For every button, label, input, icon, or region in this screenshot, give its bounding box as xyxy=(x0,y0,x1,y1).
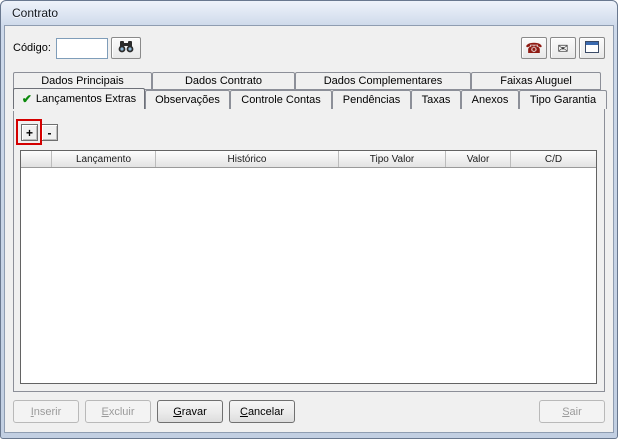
contrato-window: Contrato Código: ☎ ✉ Dados Principais Da… xyxy=(0,0,618,439)
tab-label: Dados Complementares xyxy=(323,75,443,87)
tab-label: Controle Contas xyxy=(241,94,321,106)
tab-label: Taxas xyxy=(421,94,451,106)
mail-button[interactable]: ✉ xyxy=(550,37,576,59)
tab-label: Lançamentos Extras xyxy=(35,93,137,105)
tab-tipo-garantia[interactable]: Tipo Garantia xyxy=(519,90,607,109)
phone-button[interactable]: ☎ xyxy=(521,37,547,59)
mail-icon: ✉ xyxy=(557,40,569,56)
tab-label: Dados Principais xyxy=(41,75,124,87)
binoculars-icon xyxy=(117,40,135,56)
tab-dados-complementares[interactable]: Dados Complementares xyxy=(295,72,471,90)
tab-taxas[interactable]: Taxas xyxy=(411,90,461,109)
gravar-button[interactable]: Gravar xyxy=(157,400,223,423)
tab-label: Tipo Garantia xyxy=(529,94,597,106)
lancamentos-extras-panel: + - Lançamento Histórico Tipo Valor Valo… xyxy=(13,108,605,392)
tab-label: Faixas Aluguel xyxy=(500,75,572,87)
tab-observacoes[interactable]: Observações xyxy=(145,90,230,109)
phone-icon: ☎ xyxy=(525,40,543,56)
grid-body[interactable] xyxy=(21,168,596,383)
check-icon: ✔ xyxy=(21,92,32,106)
codigo-toolbar: Código: ☎ ✉ xyxy=(13,36,605,60)
remove-button[interactable]: - xyxy=(41,124,58,141)
tab-label: Pendências xyxy=(342,94,401,106)
inserir-button: Inserir xyxy=(13,400,79,423)
tab-label: Anexos xyxy=(471,94,509,106)
tab-label: Dados Contrato xyxy=(184,75,263,87)
form-window-icon xyxy=(585,41,599,55)
tab-faixas-aluguel[interactable]: Faixas Aluguel xyxy=(471,72,601,90)
codigo-input[interactable] xyxy=(55,37,108,59)
tab-control: Dados Principais Dados Contrato Dados Co… xyxy=(13,72,607,109)
grid-column-historico: Histórico xyxy=(156,151,339,167)
add-button[interactable]: + xyxy=(21,124,38,141)
search-button[interactable] xyxy=(110,37,141,59)
grid-column-cd: C/D xyxy=(544,153,563,165)
grid-column-tipo-valor: Tipo Valor xyxy=(339,151,446,167)
tab-controle-contas[interactable]: Controle Contas xyxy=(230,90,332,109)
form-button[interactable] xyxy=(579,37,605,59)
window-title: Contrato xyxy=(12,6,59,20)
tab-label: Observações xyxy=(155,94,220,106)
tab-lancamentos-extras[interactable]: ✔ Lançamentos Extras xyxy=(13,88,145,109)
dialog-client-area: Código: ☎ ✉ Dados Principais Dados Contr… xyxy=(4,25,614,433)
tab-dados-contrato[interactable]: Dados Contrato xyxy=(152,72,295,90)
grid-column-valor: Valor xyxy=(446,151,511,167)
footer-button-bar: Inserir Excluir Gravar Cancelar Sair xyxy=(13,392,605,432)
grid-indicator-column xyxy=(21,151,52,167)
titlebar[interactable]: Contrato xyxy=(4,1,614,25)
grid-column-lancamento: Lançamento xyxy=(52,151,156,167)
tab-pendencias[interactable]: Pendências xyxy=(332,90,411,109)
excluir-button: Excluir xyxy=(85,400,151,423)
lancamentos-grid: Lançamento Histórico Tipo Valor Valor C/… xyxy=(20,150,597,384)
tab-anexos[interactable]: Anexos xyxy=(461,90,519,109)
grid-header: Lançamento Histórico Tipo Valor Valor C/… xyxy=(21,151,596,168)
codigo-label: Código: xyxy=(13,42,51,54)
sair-button: Sair xyxy=(539,400,605,423)
tab-row-2: ✔ Lançamentos Extras Observações Control… xyxy=(13,88,607,109)
cancelar-button[interactable]: Cancelar xyxy=(229,400,295,423)
